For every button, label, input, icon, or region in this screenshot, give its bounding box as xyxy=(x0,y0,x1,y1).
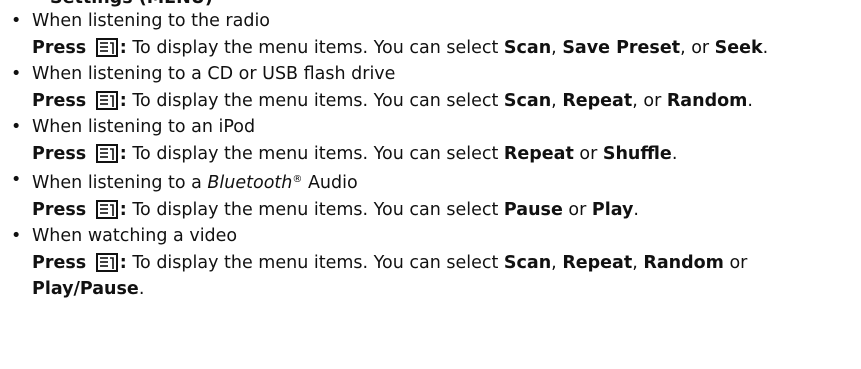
list-item-ipod: • When listening to an iPod Press : To d… xyxy=(2,114,857,167)
colon: : xyxy=(119,37,127,58)
option-play: Play xyxy=(591,199,634,220)
option-repeat: Repeat xyxy=(503,143,574,164)
condition-text: When listening to an iPod xyxy=(32,117,256,137)
colon: : xyxy=(119,90,127,111)
condition-pre: When listening to a xyxy=(32,173,208,193)
clipped-heading: Settings (MENU) xyxy=(50,0,213,8)
menu-icon xyxy=(95,143,118,163)
description-line: Press : To display the menu items. You c… xyxy=(32,197,857,224)
colon: : xyxy=(119,199,127,220)
menu-icon xyxy=(95,90,118,110)
option-random: Random xyxy=(643,252,724,273)
desc-prefix: To display the menu items. You can selec… xyxy=(132,90,504,111)
sep: , or xyxy=(632,90,667,111)
sep: or xyxy=(723,252,748,273)
description-line: Press : To display the menu items. You c… xyxy=(32,35,857,62)
press-label: Press xyxy=(32,37,87,58)
option-pause: Pause xyxy=(503,199,563,220)
manual-page: Settings (MENU) • When listening to the … xyxy=(0,0,861,369)
option-scan: Scan xyxy=(503,37,552,58)
option-random: Random xyxy=(666,90,748,111)
option-scan: Scan xyxy=(503,252,552,273)
desc-prefix: To display the menu items. You can selec… xyxy=(132,252,504,273)
bullet: • xyxy=(11,170,22,190)
option-seek: Seek xyxy=(714,37,763,58)
option-play-pause: Play/Pause xyxy=(32,279,139,299)
description-line: Press : To display the menu items. You c… xyxy=(32,250,857,303)
desc-prefix: To display the menu items. You can selec… xyxy=(132,199,504,220)
bullet: • xyxy=(11,117,22,137)
bullet: • xyxy=(11,11,22,31)
brand-bluetooth: Bluetooth xyxy=(207,173,293,193)
sep: , xyxy=(551,252,563,273)
sep: , xyxy=(551,90,563,111)
option-scan: Scan xyxy=(503,90,552,111)
menu-icon xyxy=(95,37,118,57)
sep: or xyxy=(562,199,592,220)
press-label: Press xyxy=(32,143,87,164)
condition-text: When listening to the radio xyxy=(32,11,271,31)
desc-prefix: To display the menu items. You can selec… xyxy=(132,143,504,164)
condition-text: When listening to a Bluetooth® Audio xyxy=(32,167,857,197)
list-item-video: • When watching a video Press : To displ… xyxy=(2,223,857,303)
clipped-heading-text: Settings (MENU) xyxy=(50,0,213,8)
list-item-radio: • When listening to the radio Press : To… xyxy=(2,8,857,61)
colon: : xyxy=(119,143,127,164)
bullet: • xyxy=(11,226,22,246)
sep: . xyxy=(138,279,145,299)
sep: or xyxy=(573,143,603,164)
press-label: Press xyxy=(32,252,87,273)
description-line: Press : To display the menu items. You c… xyxy=(32,141,857,168)
condition-text: When listening to a CD or USB flash driv… xyxy=(32,64,396,84)
sep: . xyxy=(762,37,769,58)
press-label: Press xyxy=(32,199,87,220)
list-item-cd-usb: • When listening to a CD or USB flash dr… xyxy=(2,61,857,114)
list-item-bluetooth: • When listening to a Bluetooth® Audio P… xyxy=(2,167,857,223)
option-repeat: Repeat xyxy=(562,90,633,111)
sep: , xyxy=(632,252,644,273)
sep: , xyxy=(551,37,563,58)
sep: . xyxy=(747,90,753,111)
menu-items-list: • When listening to the radio Press : To… xyxy=(2,8,857,303)
sep: . xyxy=(633,199,639,220)
description-line: Press : To display the menu items. You c… xyxy=(32,88,857,115)
colon: : xyxy=(119,252,127,273)
menu-icon xyxy=(95,252,118,272)
desc-prefix: To display the menu items. You can selec… xyxy=(132,37,504,58)
sep: . xyxy=(671,143,678,164)
option-repeat: Repeat xyxy=(562,252,633,273)
option-shuffle: Shuffle xyxy=(602,143,672,164)
press-label: Press xyxy=(32,90,87,111)
bullet: • xyxy=(11,64,22,84)
registered-mark: ® xyxy=(292,174,303,185)
condition-text: When watching a video xyxy=(32,226,238,246)
condition-post: Audio xyxy=(302,173,358,193)
option-save-preset: Save Preset xyxy=(562,37,681,58)
menu-icon xyxy=(95,199,118,219)
sep: , or xyxy=(680,37,715,58)
